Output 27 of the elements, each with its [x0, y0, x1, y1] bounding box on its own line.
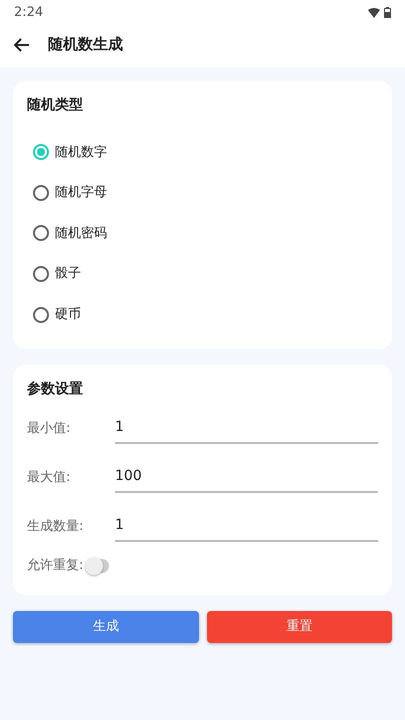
- wifi-icon: [368, 8, 380, 18]
- reset-button[interactable]: 重置: [206, 610, 392, 643]
- input-field[interactable]: 1: [115, 510, 378, 542]
- radio-button[interactable]: [33, 225, 49, 242]
- radio-option[interactable]: 随机字母: [27, 172, 378, 214]
- radio-button[interactable]: [33, 266, 49, 282]
- radio-option[interactable]: 硬币: [27, 294, 378, 335]
- radio-option[interactable]: 随机密码: [27, 213, 378, 254]
- radio-button[interactable]: [33, 184, 49, 201]
- field-label: 生成数量:: [27, 518, 84, 536]
- status-time: 2:24: [14, 4, 44, 22]
- input-field[interactable]: 1: [115, 412, 378, 444]
- radio-button[interactable]: [33, 306, 49, 323]
- field-label: 最小值:: [27, 420, 72, 438]
- radio-option[interactable]: 随机数字: [27, 132, 378, 173]
- generate-button[interactable]: 生成: [13, 610, 198, 643]
- card-title: 参数设置: [27, 380, 84, 399]
- input-field[interactable]: 100: [115, 462, 378, 493]
- field-label: 允许重复:: [27, 557, 84, 576]
- field-label: 最大值:: [27, 468, 72, 487]
- toggle-switch[interactable]: [87, 558, 110, 573]
- page-title: 随机数生成: [48, 34, 123, 56]
- back-icon[interactable]: [14, 38, 30, 52]
- battery-icon: [384, 7, 391, 18]
- card-title: 随机类型: [27, 96, 84, 115]
- radio-option[interactable]: 骰子: [27, 254, 378, 294]
- radio-button[interactable]: [33, 144, 49, 160]
